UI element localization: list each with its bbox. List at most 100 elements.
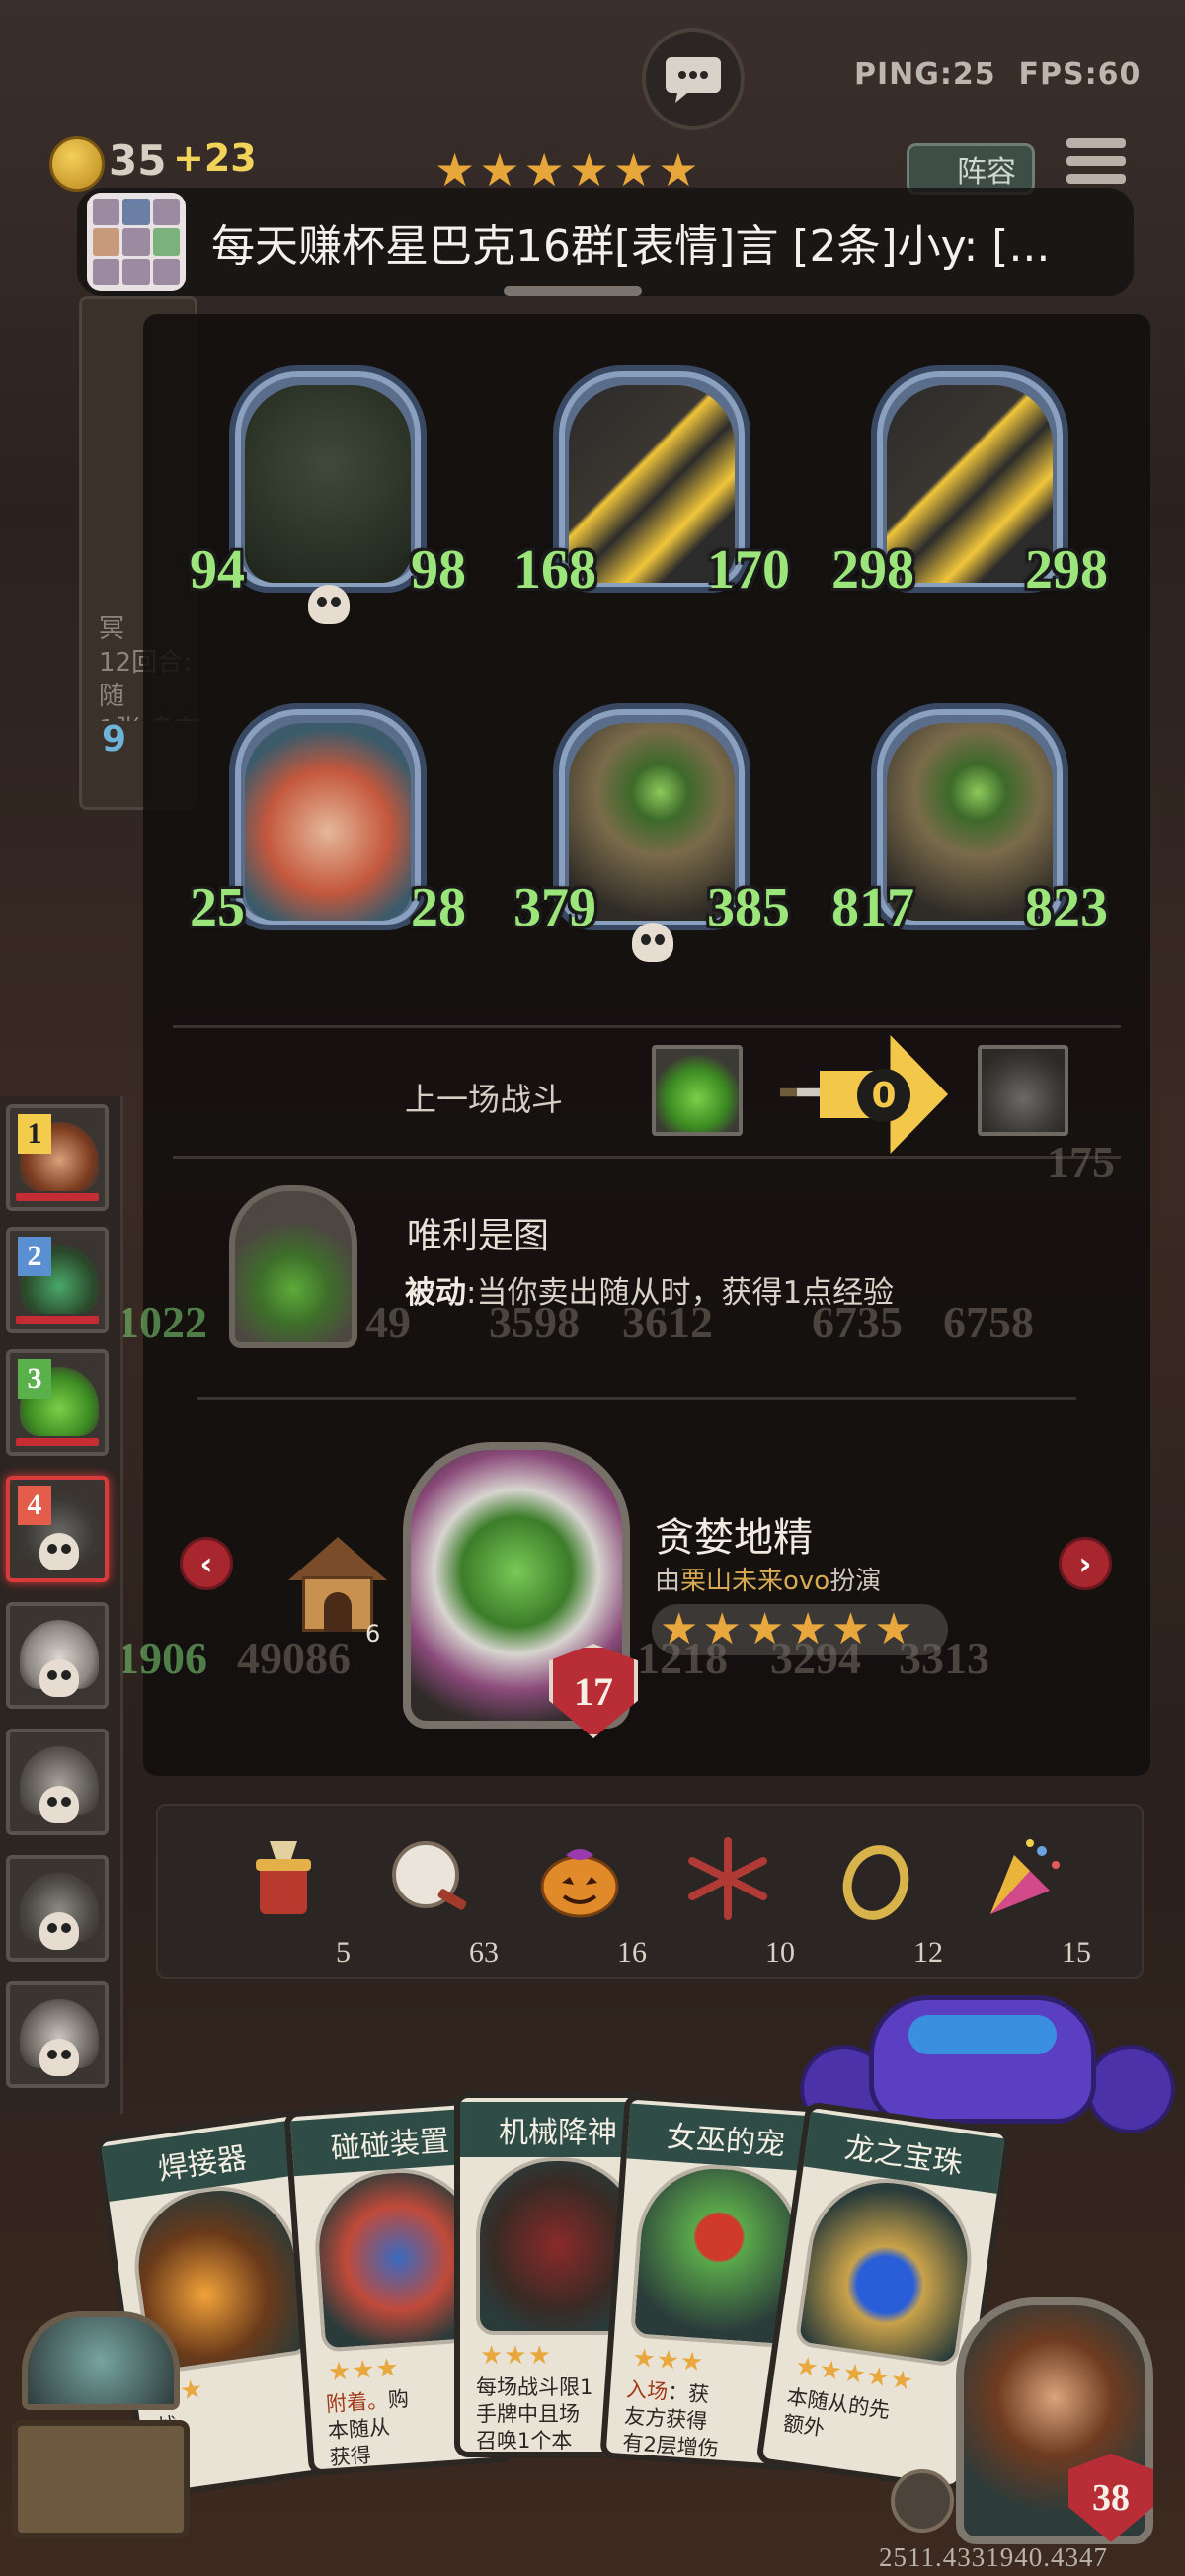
skull-icon (40, 2039, 79, 2076)
minion-health: 385 (707, 877, 790, 938)
bell-icon[interactable] (891, 2469, 954, 2533)
notification-handle[interactable] (504, 286, 642, 296)
skull-icon (308, 585, 350, 624)
ranking-slot[interactable] (6, 1729, 109, 1835)
ranking-slot[interactable] (6, 1981, 109, 2088)
background-value: 3313 (899, 1633, 989, 1683)
player-hero-thumbnail (652, 1045, 743, 1136)
ranking-slot[interactable] (6, 1855, 109, 1962)
background-value: 49 (365, 1297, 411, 1347)
minion-health: 170 (707, 539, 790, 601)
hero-power-icon[interactable] (229, 1185, 357, 1348)
background-value: 6735 (812, 1297, 903, 1347)
divider (173, 1156, 1121, 1159)
skull-icon (40, 1912, 79, 1950)
board-minion[interactable]: 25 28 (190, 703, 466, 940)
ranking-slot[interactable] (6, 1602, 109, 1709)
group-avatar (87, 193, 186, 291)
last-fight-damage: 0 (857, 1069, 910, 1122)
ranking-slot[interactable]: 4 (6, 1476, 109, 1582)
minion-attack: 168 (514, 539, 596, 601)
hero-power-title: 唯利是图 (407, 1216, 550, 1256)
minion-health: 298 (1025, 539, 1108, 601)
deck-chest[interactable] (12, 2311, 190, 2548)
next-hero-button[interactable]: › (1059, 1537, 1112, 1590)
rank-number: 4 (18, 1486, 51, 1525)
minion-attack: 379 (514, 877, 596, 938)
card-description: 本随从的先 额外 (781, 2384, 892, 2441)
minion-attack: 94 (190, 539, 245, 601)
chat-button[interactable] (642, 28, 745, 130)
gold-gain: +23 (173, 136, 257, 180)
minion-attack: 817 (831, 877, 914, 938)
ranking-slot[interactable]: 3 (6, 1349, 109, 1456)
lineup-label: 阵容 (957, 155, 1016, 190)
last-fight-label: 上一场战斗 (405, 1081, 564, 1118)
drum-icon (392, 1841, 467, 1910)
background-value: 3598 (489, 1297, 580, 1347)
house-count: 6 (365, 1620, 381, 1648)
minion-attack: 25 (190, 877, 245, 938)
card-stars: ★★★ (326, 2353, 401, 2388)
background-value: 49086 (237, 1633, 351, 1683)
skull-icon (40, 1659, 79, 1697)
board-minion[interactable]: 168 170 (514, 365, 790, 603)
item-count: 63 (469, 1936, 499, 1969)
background-value: 6758 (943, 1297, 1034, 1347)
rank-number: 3 (18, 1359, 51, 1399)
ranking-slot[interactable]: 2 (6, 1227, 109, 1333)
health-bar (16, 1193, 99, 1201)
rank-number: 1 (18, 1114, 51, 1154)
background-value: 1218 (637, 1633, 728, 1683)
background-value: 3294 (770, 1633, 861, 1683)
card-stars: ★★★ (631, 2343, 706, 2378)
chat-bubble-icon (666, 57, 721, 103)
gold-coin-icon (49, 136, 105, 192)
item-slot[interactable]: 16 (518, 1819, 657, 1969)
item-slot[interactable]: 5 (222, 1819, 360, 1969)
minion-attack: 298 (831, 539, 914, 601)
coordinate-readout: 2511.4331940.4347 (879, 2542, 1108, 2572)
network-stats: PING:25 FPS:60 (854, 57, 1141, 92)
background-value: 175 (1047, 1137, 1115, 1187)
rank-number: 2 (18, 1237, 51, 1276)
background-value: 1906 (117, 1633, 207, 1683)
card-title: 女巫的宠 (626, 2103, 826, 2173)
board-minion[interactable]: 817 823 (831, 703, 1108, 940)
menu-icon[interactable] (1066, 138, 1126, 194)
item-count: 16 (617, 1936, 647, 1969)
item-count: 10 (765, 1936, 795, 1969)
divider (198, 1397, 1076, 1400)
board-minion[interactable]: 94 98 (190, 365, 466, 624)
ranking-slot[interactable]: 1 (6, 1104, 109, 1211)
hero-voice-actor: 由栗山未来ovo扮演 (655, 1567, 882, 1596)
minion-health: 823 (1025, 877, 1108, 938)
notification-text: 每天赚杯星巴克16群[表情]言 [2条]小y: [... (211, 221, 1051, 272)
ring-icon (842, 1845, 909, 1920)
background-value: 3612 (622, 1297, 713, 1347)
item-slot[interactable]: 63 (370, 1819, 509, 1969)
cup-icon (256, 1841, 311, 1914)
board-minion[interactable]: 379 385 (514, 703, 790, 962)
background-value: 1022 (117, 1297, 207, 1347)
message-notification[interactable]: 每天赚杯星巴克16群[表情]言 [2条]小y: [... (77, 188, 1134, 296)
passive-label: 被动 (405, 1275, 466, 1311)
opponent-hero-thumbnail (978, 1045, 1068, 1136)
item-count: 5 (336, 1936, 351, 1969)
hero-name: 贪婪地精 (655, 1515, 813, 1561)
board-minion[interactable]: 298 298 (831, 365, 1108, 603)
skull-icon (632, 923, 673, 962)
health-bar (16, 1438, 99, 1446)
divider (173, 1025, 1121, 1028)
background-card-cost: 9 (102, 719, 127, 760)
snowflake-icon (688, 1837, 767, 1920)
card-stars: ★★★ (480, 2341, 552, 2371)
prev-hero-button[interactable]: ‹ (180, 1537, 233, 1590)
party-popper-icon (990, 1839, 1060, 1914)
minion-health: 28 (411, 877, 466, 938)
pumpkin-icon (540, 1849, 619, 1918)
item-slot[interactable]: 10 (667, 1819, 805, 1969)
minion-health: 98 (411, 539, 466, 601)
fps-label: FPS:60 (1018, 57, 1142, 92)
skull-icon (40, 1533, 79, 1570)
